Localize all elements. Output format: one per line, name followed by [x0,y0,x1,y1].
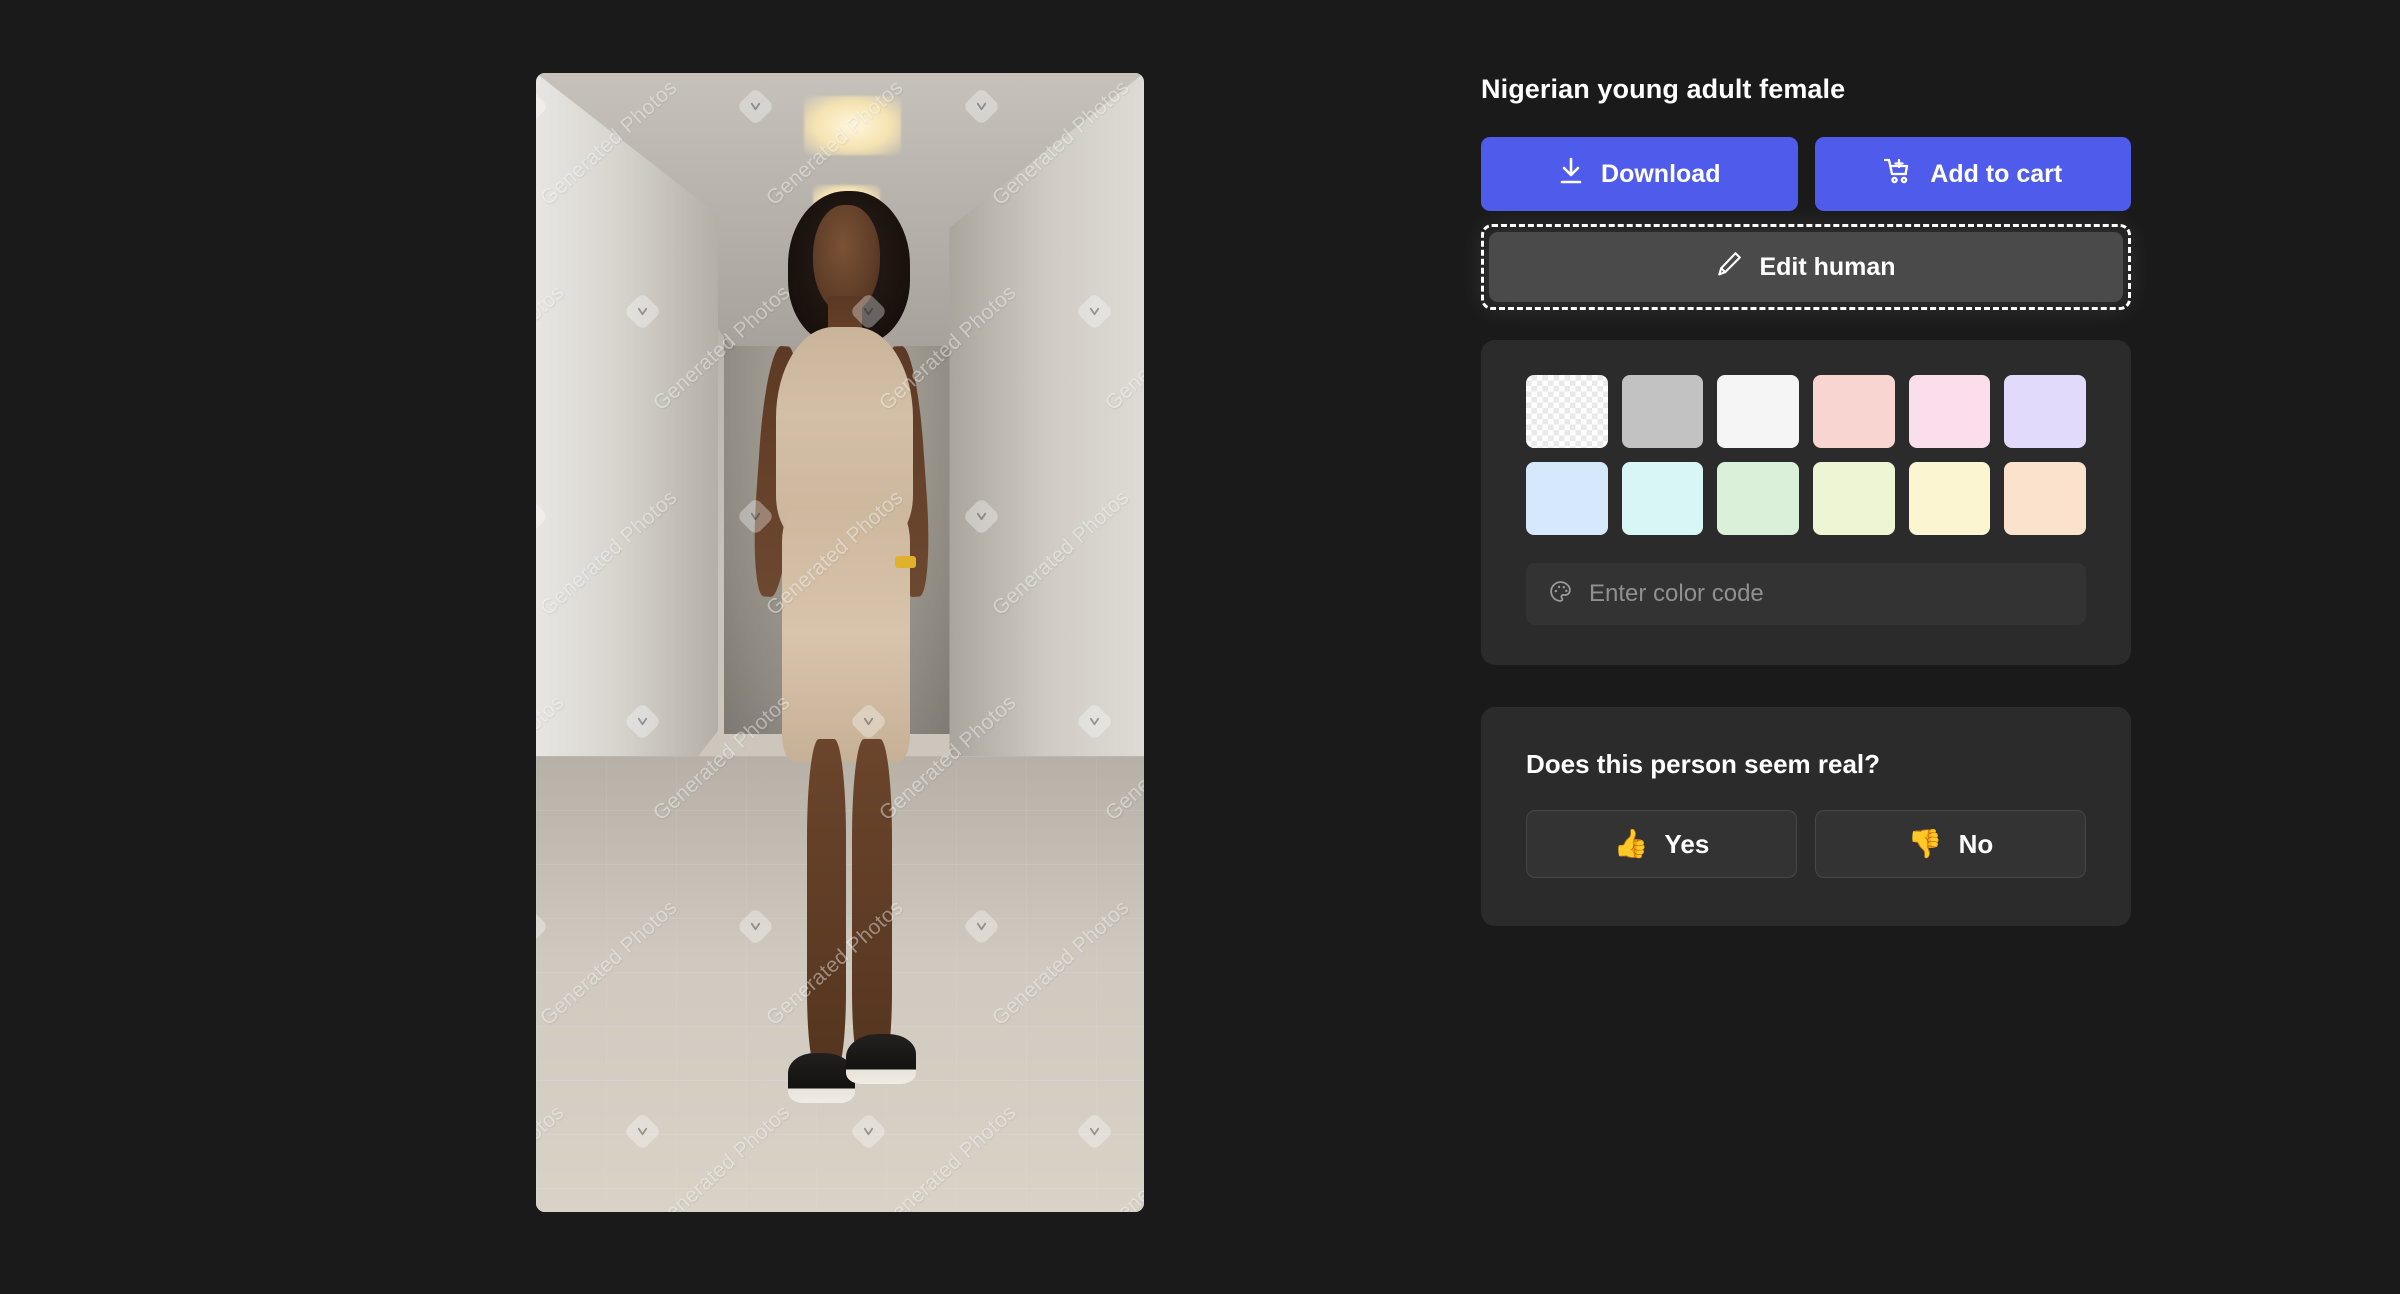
color-code-field[interactable] [1526,563,2086,626]
edit-human-button[interactable]: Edit human [1489,232,2123,303]
download-arrow-icon [1558,157,1584,192]
palette-icon [1548,579,1573,609]
swatch-transparent[interactable] [1526,375,1608,449]
figure-leg-right [852,739,892,1070]
person-figure [536,73,1144,1212]
swatch-peach[interactable] [2004,462,2086,536]
swatch-cream[interactable] [1908,462,1991,536]
figure-watch [895,555,916,569]
controls-pane: Nigerian young adult female Download Add… [1481,73,2131,927]
color-code-input[interactable] [1589,580,2064,609]
background-color-panel [1481,340,2131,666]
figure-skirt [782,505,910,763]
swatch-lavender[interactable] [2004,375,2086,449]
edit-human-button-label: Edit human [1759,252,1896,281]
primary-action-row: Download Add to cart [1481,137,2131,212]
swatch-gray[interactable] [1621,375,1704,449]
swatch-pale-green[interactable] [1812,462,1895,536]
swatch-salmon[interactable] [1812,375,1895,449]
edit-human-focus-ring: Edit human [1481,224,2131,311]
background-swatch-grid [1526,375,2086,536]
swatch-light-green[interactable] [1717,462,1799,536]
download-button[interactable]: Download [1481,137,1798,212]
pencil-icon [1716,250,1743,285]
swatch-white[interactable] [1717,375,1799,449]
add-to-cart-button-label: Add to cart [1930,159,2063,188]
app-root: Generated Photos Generated Photos Generate… [0,0,2400,1294]
feedback-question: Does this person seem real? [1526,749,1881,780]
realism-feedback-panel: Does this person seem real? 👍 Yes 👎 No [1481,707,2131,927]
swatch-light-blue[interactable] [1526,462,1608,536]
page-title: Nigerian young adult female [1481,74,1846,104]
feedback-no-label: No [1958,828,1994,859]
figure-shoe-right [846,1034,916,1085]
swatch-cyan[interactable] [1621,462,1704,536]
thumbs-down-icon: 👎 [1907,828,1943,860]
cart-plus-icon [1883,157,1913,192]
thumbs-up-icon: 👍 [1613,828,1649,860]
feedback-no-button[interactable]: 👎 No [1815,810,2086,879]
figure-leg-left [806,739,847,1070]
download-button-label: Download [1601,159,1721,188]
generated-photo[interactable]: Generated Photos Generated Photos Generate… [536,73,1144,1212]
swatch-pink[interactable] [1908,375,1991,449]
feedback-yes-label: Yes [1664,828,1710,859]
photo-pane: Generated Photos Generated Photos Generate… [536,73,1144,1212]
feedback-yes-button[interactable]: 👍 Yes [1526,810,1797,879]
add-to-cart-button[interactable]: Add to cart [1814,137,2131,212]
feedback-button-row: 👍 Yes 👎 No [1526,810,2086,879]
